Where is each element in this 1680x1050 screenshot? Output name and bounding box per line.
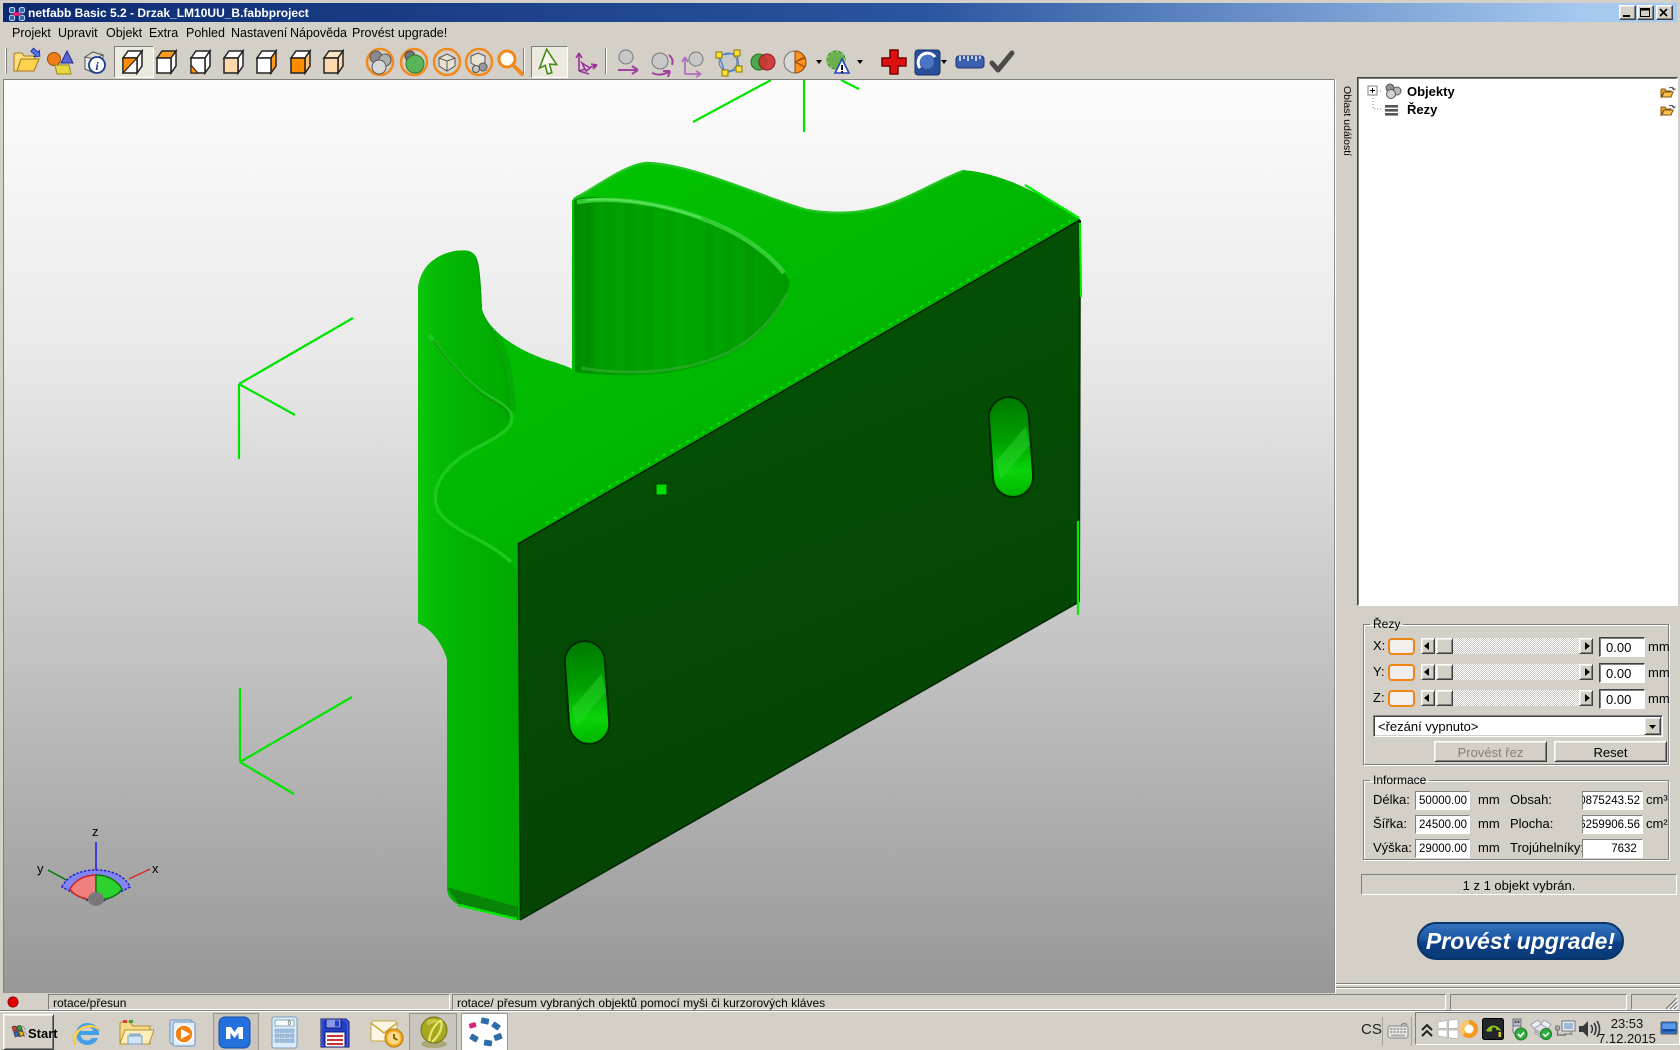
svg-text:x: x xyxy=(152,861,159,876)
svg-text:z: z xyxy=(92,824,99,839)
svg-text:Řezy: Řezy xyxy=(1407,102,1438,117)
svg-text:y: y xyxy=(37,861,44,876)
svg-text:Objekty: Objekty xyxy=(1407,84,1455,99)
